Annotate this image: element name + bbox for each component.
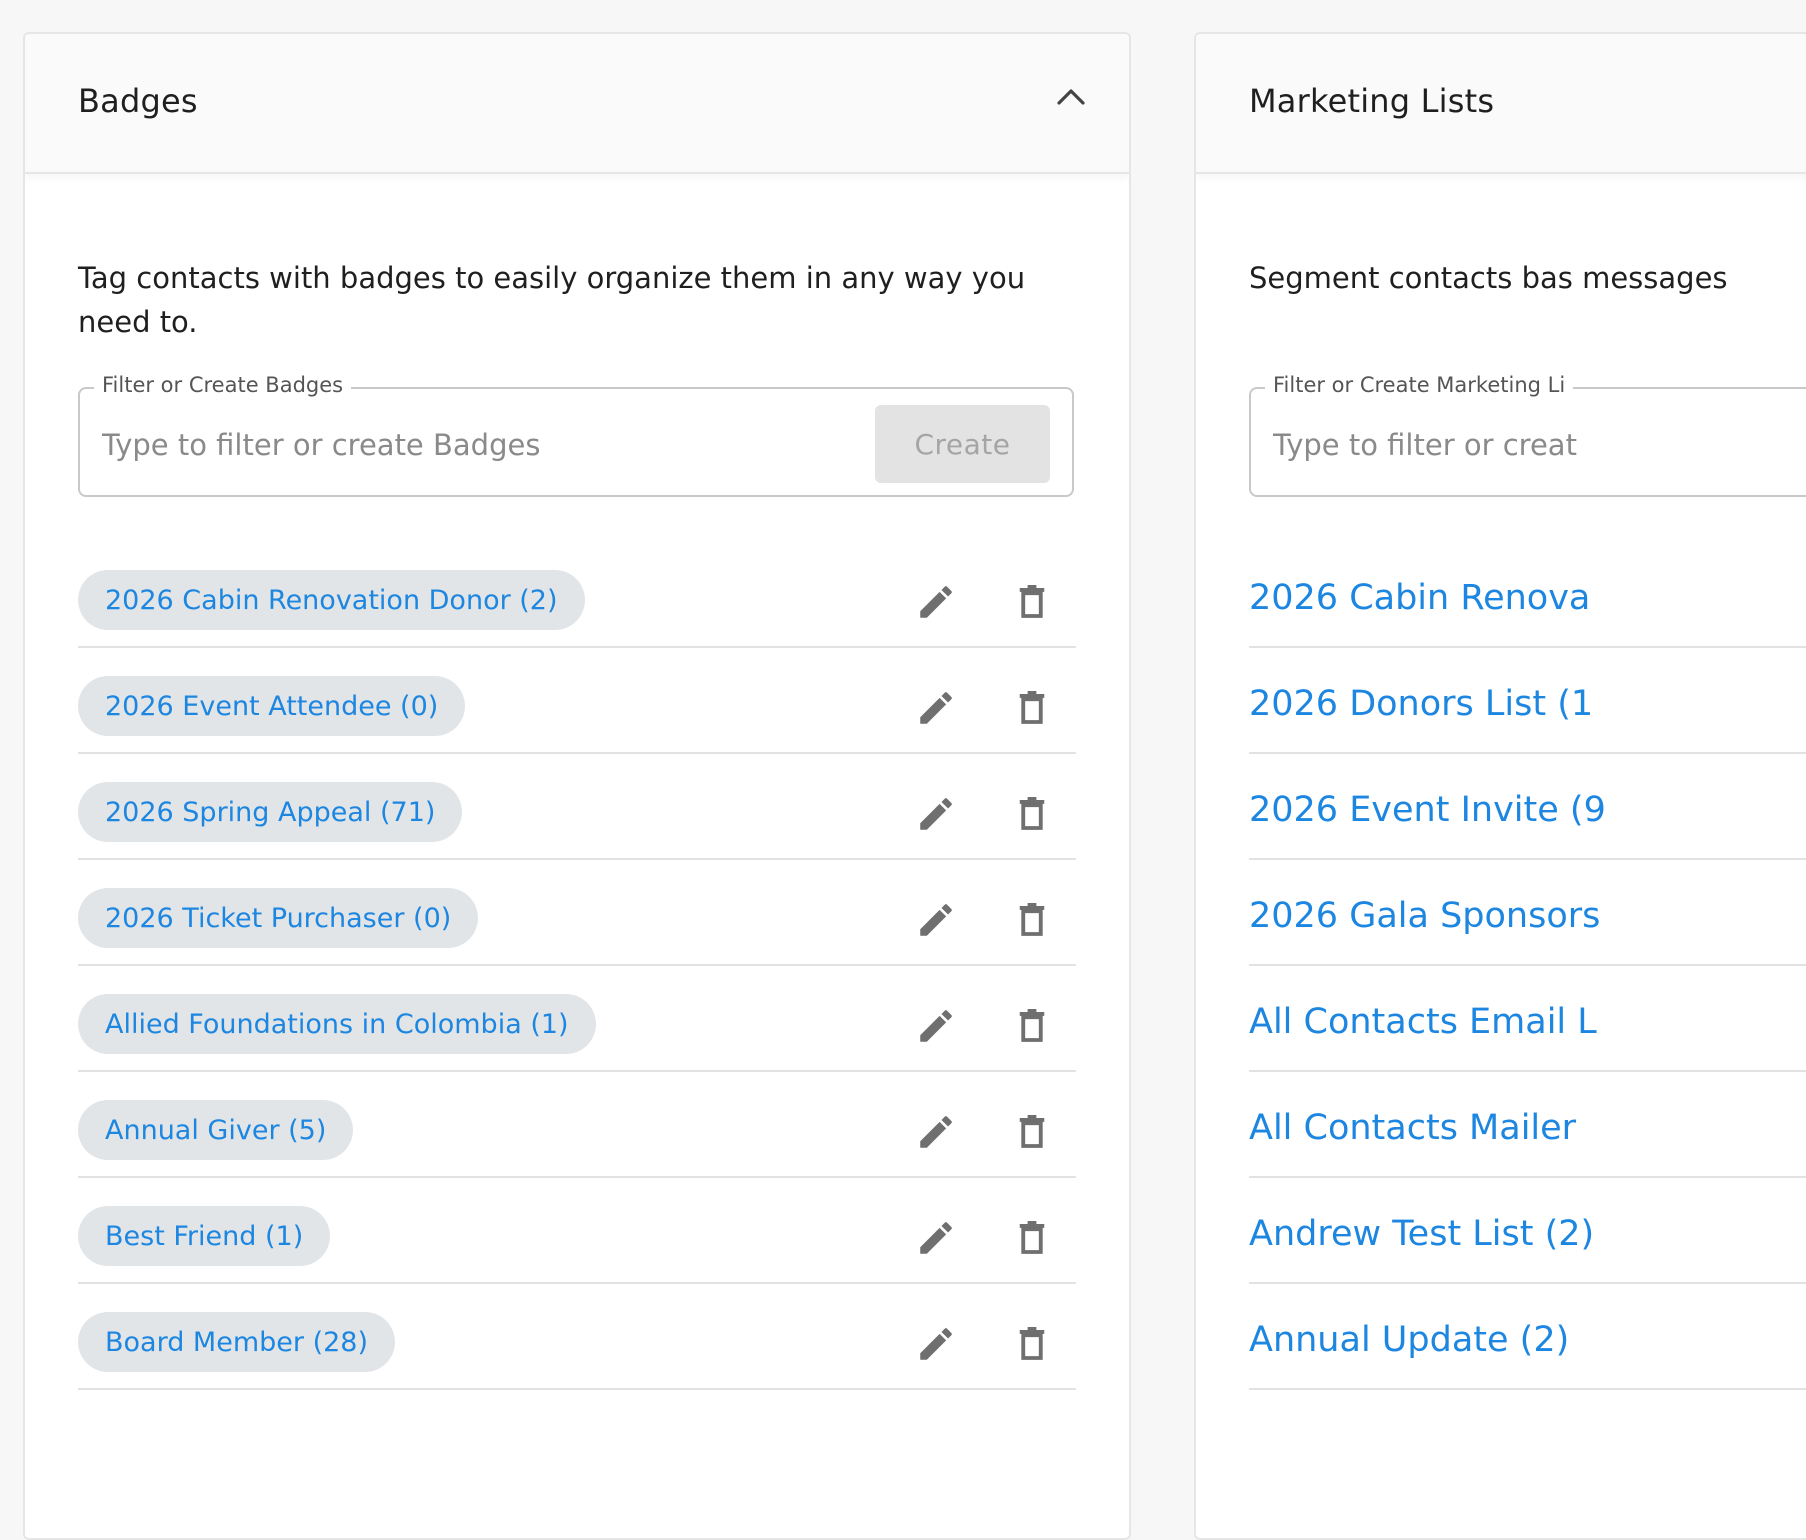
- delete-badge-button[interactable]: [1008, 1214, 1056, 1262]
- delete-badge-button[interactable]: [1008, 1002, 1056, 1050]
- badges-filter-field: Filter or Create Badges Create: [78, 373, 1074, 497]
- badge-chip[interactable]: 2026 Cabin Renovation Donor (2): [78, 570, 585, 630]
- badge-chip[interactable]: Best Friend (1): [78, 1206, 331, 1266]
- badge-chip[interactable]: 2026 Ticket Purchaser (0): [78, 888, 479, 948]
- pencil-icon: [915, 581, 957, 623]
- badge-list: 2026 Cabin Renovation Donor (2) 2026 Even…: [78, 542, 1076, 1390]
- edit-badge-button[interactable]: [912, 1108, 960, 1156]
- badge-chip[interactable]: Allied Foundations in Colombia (1): [78, 994, 596, 1054]
- marketing-list-row: Andrew Test List (2): [1249, 1178, 1806, 1284]
- pencil-icon: [915, 1217, 957, 1259]
- badge-row: 2026 Spring Appeal (71): [78, 754, 1076, 860]
- pencil-icon: [915, 1323, 957, 1365]
- marketing-lists-filter-legend: Filter or Create Marketing Li: [1265, 373, 1574, 397]
- badges-panel-title: Badges: [78, 82, 198, 120]
- marketing-list-row: Annual Update (2): [1249, 1284, 1806, 1390]
- edit-badge-button[interactable]: [912, 684, 960, 732]
- badges-filter-legend: Filter or Create Badges: [94, 373, 352, 397]
- marketing-list-link[interactable]: All Contacts Mailer: [1249, 1108, 1576, 1148]
- chevron-up-icon: [1057, 89, 1085, 105]
- marketing-list-link[interactable]: 2026 Donors List (1: [1249, 684, 1593, 724]
- trash-icon: [1011, 581, 1053, 623]
- badges-panel-header[interactable]: Badges: [25, 34, 1129, 174]
- delete-badge-button[interactable]: [1008, 896, 1056, 944]
- edit-badge-button[interactable]: [912, 578, 960, 626]
- marketing-lists-description: Segment contacts bas messages: [1249, 261, 1728, 295]
- marketing-list-link[interactable]: 2026 Cabin Renova: [1249, 578, 1590, 618]
- badges-panel: Badges Tag contacts with badges to easil…: [23, 32, 1131, 1540]
- badge-row: Best Friend (1): [78, 1178, 1076, 1284]
- edit-badge-button[interactable]: [912, 1320, 960, 1368]
- pencil-icon: [915, 793, 957, 835]
- collapse-button[interactable]: [1049, 78, 1093, 114]
- badge-row: Allied Foundations in Colombia (1): [78, 966, 1076, 1072]
- trash-icon: [1011, 793, 1053, 835]
- trash-icon: [1011, 899, 1053, 941]
- marketing-list-row: All Contacts Email L: [1249, 966, 1806, 1072]
- edit-badge-button[interactable]: [912, 896, 960, 944]
- pencil-icon: [915, 1111, 957, 1153]
- badge-row: 2026 Cabin Renovation Donor (2): [78, 542, 1076, 648]
- edit-badge-button[interactable]: [912, 1002, 960, 1050]
- marketing-list-row: 2026 Event Invite (9: [1249, 754, 1806, 860]
- marketing-list-link[interactable]: Andrew Test List (2): [1249, 1214, 1594, 1254]
- marketing-list-link[interactable]: Annual Update (2): [1249, 1320, 1569, 1360]
- trash-icon: [1011, 687, 1053, 729]
- marketing-lists-panel: Marketing Lists Segment contacts bas mes…: [1194, 32, 1806, 1540]
- create-badge-button[interactable]: Create: [875, 405, 1050, 483]
- badge-chip[interactable]: 2026 Spring Appeal (71): [78, 782, 463, 842]
- marketing-lists-panel-header[interactable]: Marketing Lists: [1196, 34, 1806, 174]
- marketing-list-link[interactable]: 2026 Gala Sponsors: [1249, 896, 1600, 936]
- badge-row: Board Member (28): [78, 1284, 1076, 1390]
- delete-badge-button[interactable]: [1008, 1320, 1056, 1368]
- marketing-lists-panel-title: Marketing Lists: [1249, 82, 1495, 120]
- marketing-list-row: 2026 Cabin Renova: [1249, 542, 1806, 648]
- pencil-icon: [915, 1005, 957, 1047]
- trash-icon: [1011, 1005, 1053, 1047]
- badges-description: Tag contacts with badges to easily organ…: [78, 261, 1026, 339]
- badges-filter-input[interactable]: [102, 423, 862, 467]
- badge-chip[interactable]: 2026 Event Attendee (0): [78, 676, 466, 736]
- marketing-list-link[interactable]: All Contacts Email L: [1249, 1002, 1597, 1042]
- badge-chip[interactable]: Annual Giver (5): [78, 1100, 354, 1160]
- trash-icon: [1011, 1217, 1053, 1259]
- trash-icon: [1011, 1111, 1053, 1153]
- trash-icon: [1011, 1323, 1053, 1365]
- marketing-list-row: 2026 Gala Sponsors: [1249, 860, 1806, 966]
- badge-row: 2026 Event Attendee (0): [78, 648, 1076, 754]
- badge-chip[interactable]: Board Member (28): [78, 1312, 395, 1372]
- delete-badge-button[interactable]: [1008, 790, 1056, 838]
- marketing-list: 2026 Cabin Renova 2026 Donors List (1 2026…: [1249, 542, 1806, 1390]
- delete-badge-button[interactable]: [1008, 684, 1056, 732]
- marketing-list-row: 2026 Donors List (1: [1249, 648, 1806, 754]
- delete-badge-button[interactable]: [1008, 578, 1056, 626]
- marketing-lists-filter-input[interactable]: [1273, 423, 1806, 467]
- marketing-list-link[interactable]: 2026 Event Invite (9: [1249, 790, 1606, 830]
- pencil-icon: [915, 687, 957, 729]
- badge-row: Annual Giver (5): [78, 1072, 1076, 1178]
- marketing-lists-filter-field: Filter or Create Marketing Li: [1249, 373, 1806, 497]
- badge-row: 2026 Ticket Purchaser (0): [78, 860, 1076, 966]
- marketing-list-row: All Contacts Mailer: [1249, 1072, 1806, 1178]
- delete-badge-button[interactable]: [1008, 1108, 1056, 1156]
- pencil-icon: [915, 899, 957, 941]
- edit-badge-button[interactable]: [912, 790, 960, 838]
- edit-badge-button[interactable]: [912, 1214, 960, 1262]
